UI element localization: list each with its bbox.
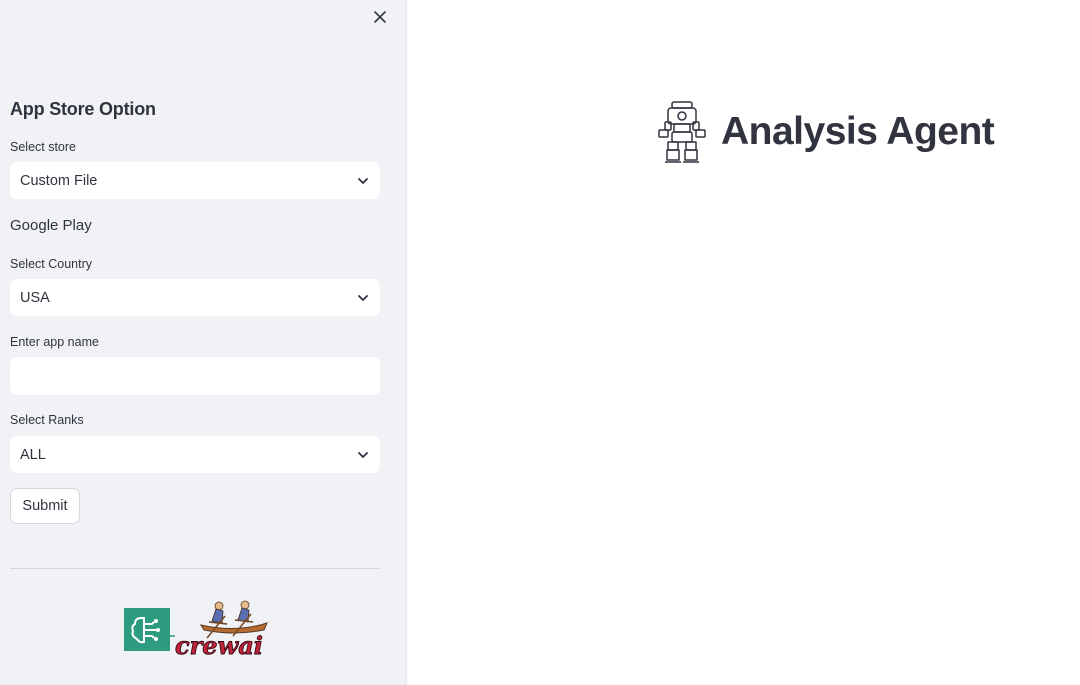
sponsor-logos: crewai [123,598,268,660]
store-select-value: Custom File [20,172,98,189]
country-select-label: Select Country [10,257,92,271]
chevron-down-icon [356,174,370,188]
app-name-input[interactable] [10,357,380,395]
chevron-down-icon [356,448,370,462]
ranks-select-label: Select Ranks [10,413,84,427]
app-name-label: Enter app name [10,335,99,349]
store-select[interactable]: Custom File [10,162,380,199]
ranks-select-value: ALL [20,446,46,463]
sidebar: App Store Option Select store Custom Fil… [0,0,407,685]
google-play-text: Google Play [10,217,92,234]
close-icon [374,11,386,23]
submit-button[interactable]: Submit [10,488,80,524]
sidebar-divider [10,568,380,569]
country-select-value: USA [20,289,50,306]
crewai-logo: crewai [175,600,268,660]
chevron-down-icon [356,291,370,305]
country-select[interactable]: USA [10,279,380,316]
robot-icon [658,101,706,163]
page-title: Analysis Agent [721,110,995,153]
close-sidebar-button[interactable] [370,7,390,27]
sidebar-heading: App Store Option [10,99,156,119]
store-select-label: Select store [10,140,77,154]
ranks-select[interactable]: ALL [10,436,380,473]
crewai-logo-text: crewai [175,631,263,660]
app-root: App Store Option Select store Custom Fil… [0,0,1080,685]
brain-circuit-icon [124,608,175,651]
page-title-row: Analysis Agent [655,100,995,164]
